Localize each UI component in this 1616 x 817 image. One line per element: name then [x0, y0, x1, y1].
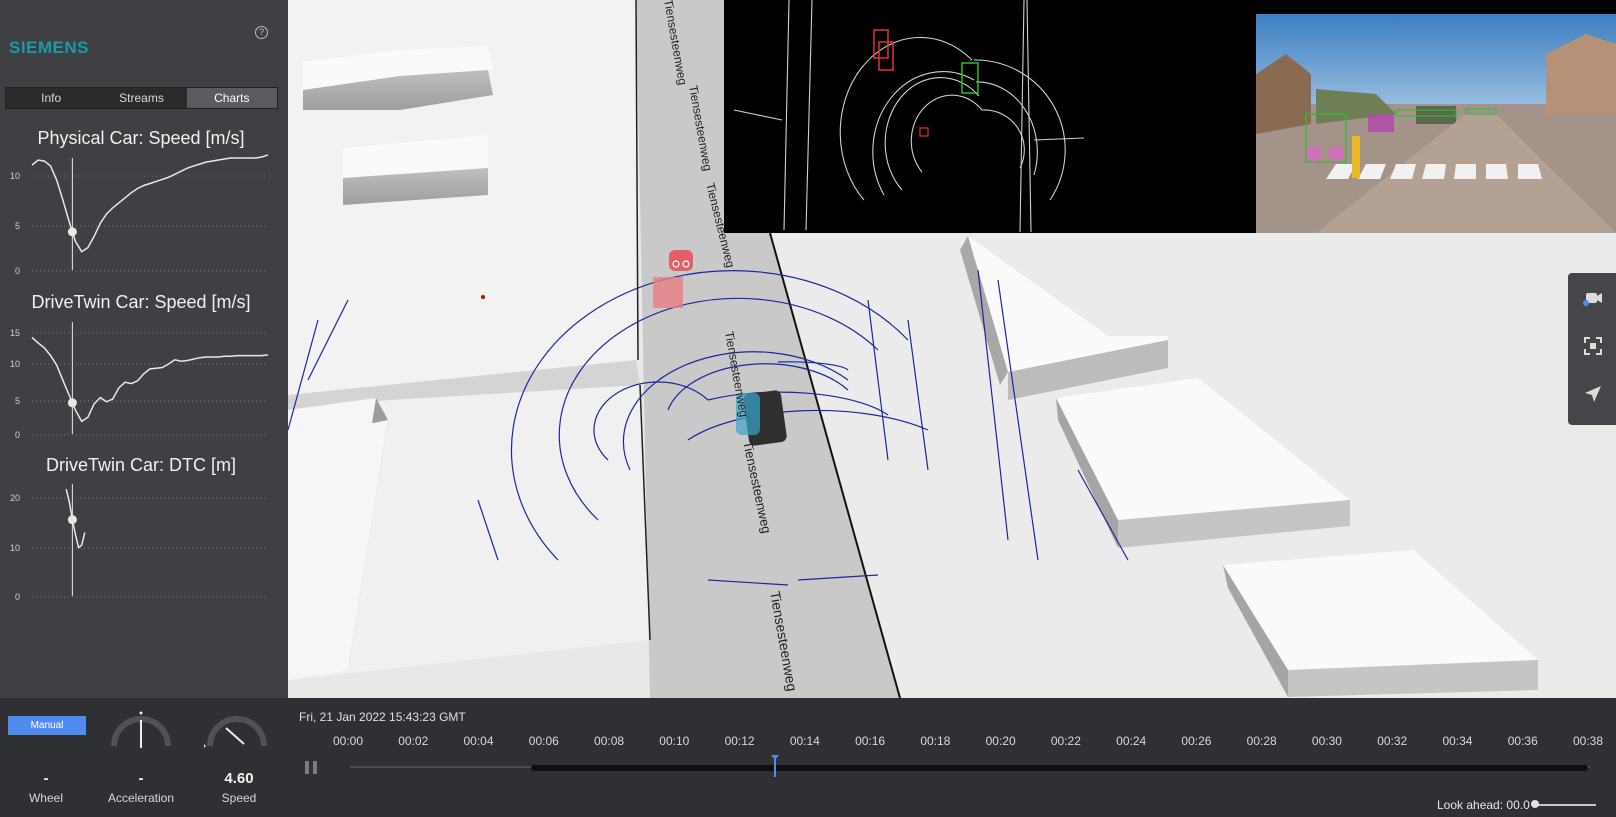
timeline-tick-label: 00:34 — [1442, 734, 1473, 748]
chart-drivetwin-speed[interactable]: 15 10 5 0 — [10, 316, 272, 438]
timeline-tick-label: 00:24 — [1116, 734, 1147, 748]
timeline-tick-label: 00:08 — [594, 734, 625, 748]
wheel-label: Wheel — [28, 791, 63, 805]
timeline-tick-label: 00:04 — [463, 734, 494, 748]
timeline-tick-label: 00:38 — [1572, 734, 1604, 748]
look-ahead-label: Look ahead: 00.0 — [1437, 798, 1530, 812]
wheel-value: - — [43, 770, 49, 787]
y-tick-label: 20 — [10, 493, 20, 503]
camera-icon[interactable] — [1582, 287, 1604, 309]
chart-cursor-point[interactable] — [67, 515, 77, 525]
chart-drivetwin-dtc[interactable]: 20 10 0 — [10, 478, 272, 600]
playback-timeline: Fri, 21 Jan 2022 15:43:23 GMT 00:00 00:02… — [288, 698, 1616, 817]
manual-mode-button[interactable]: Manual — [8, 716, 86, 735]
timeline-tick-label: 00:36 — [1507, 734, 1538, 748]
timeline-tick-label: 00:00 — [332, 734, 364, 748]
chart-title-physical-speed: Physical Car: Speed [m/s] — [37, 128, 245, 148]
speed-label: Speed — [221, 791, 257, 805]
timeline-tick-label: 00:26 — [1181, 734, 1212, 748]
acceleration-gauge-icon — [111, 711, 171, 748]
timeline-tick-label: 00:16 — [855, 734, 886, 748]
y-tick-label: 0 — [15, 266, 20, 274]
timeline-loaded-track[interactable] — [530, 765, 1588, 771]
y-tick-label: 10 — [10, 359, 20, 369]
series-line — [31, 336, 269, 423]
y-tick-label: 10 — [10, 543, 20, 553]
chart-cursor-point[interactable] — [67, 227, 77, 237]
chart-cursor-point[interactable] — [67, 398, 77, 408]
y-tick-label: 0 — [15, 430, 20, 438]
camera-header-strip — [1256, 0, 1616, 14]
timestamp-label: Fri, 21 Jan 2022 15:43:23 GMT — [299, 710, 466, 724]
siemens-logo: SIEMENS — [9, 38, 90, 57]
y-tick-label: 0 — [15, 592, 20, 600]
timeline-tick-label: 00:06 — [528, 734, 559, 748]
acceleration-value: - — [138, 770, 144, 787]
y-tick-label: 5 — [15, 396, 20, 406]
timeline-tick-label: 00:22 — [1050, 734, 1081, 748]
timeline-tick-label: 00:28 — [1246, 734, 1277, 748]
tab-streams[interactable]: Streams — [96, 88, 186, 108]
y-tick-label: 15 — [10, 328, 20, 338]
navigation-arrow-icon[interactable] — [1582, 383, 1604, 405]
view-toolbar — [1568, 273, 1616, 425]
chart-physical-speed[interactable]: 10 5 0 — [10, 152, 272, 274]
timeline-tick-label: 00:30 — [1311, 734, 1342, 748]
timeline-playhead[interactable] — [771, 755, 780, 777]
chart-title-drivetwin-speed: DriveTwin Car: Speed [m/s] — [31, 292, 251, 312]
series-line — [31, 154, 269, 253]
tab-charts[interactable]: Charts — [186, 88, 277, 108]
timeline-tick-label: 00:18 — [920, 734, 951, 748]
lidar-birdseye-panel[interactable] — [724, 0, 1256, 233]
help-icon[interactable]: ? — [255, 26, 268, 39]
vehicle-controls: Manual - Wheel - Acceleration 4.60 Speed — [0, 698, 288, 817]
tab-info[interactable]: Info — [6, 88, 96, 108]
camera-feed-panel[interactable] — [1256, 14, 1616, 233]
app-window: SIEMENS ? Info Streams Charts Physical C… — [0, 0, 1616, 817]
timeline-tick-label: 00:02 — [398, 734, 429, 748]
y-tick-label: 10 — [10, 171, 20, 181]
sidebar-tabs: Info Streams Charts — [5, 87, 278, 109]
timeline-tick-label: 00:32 — [1377, 734, 1408, 748]
look-ahead-slider[interactable] — [1534, 804, 1596, 806]
speed-value: 4.60 — [224, 770, 254, 787]
timeline-tick-label: 00:20 — [985, 734, 1016, 748]
waypoint-dot — [481, 295, 485, 299]
fullscreen-icon[interactable] — [1582, 335, 1604, 357]
speed-gauge-icon — [204, 716, 267, 748]
y-tick-label: 5 — [15, 221, 20, 231]
3d-map-view[interactable]: Tiensesteenweg Tiensesteenweg Tiensestee… — [288, 0, 1616, 698]
acceleration-label: Acceleration — [107, 791, 175, 805]
timeline-tick-label: 00:12 — [724, 734, 755, 748]
pause-icon[interactable] — [305, 761, 317, 774]
timeline-tick-label: 00:10 — [659, 734, 690, 748]
timeline-tick-label: 00:14 — [789, 734, 820, 748]
look-ahead-slider-handle[interactable] — [1531, 800, 1539, 808]
sidebar: SIEMENS ? Info Streams Charts Physical C… — [0, 0, 288, 698]
chart-title-drivetwin-dtc: DriveTwin Car: DTC [m] — [45, 455, 236, 475]
y-axis-ticks: 10 5 0 — [10, 171, 20, 274]
